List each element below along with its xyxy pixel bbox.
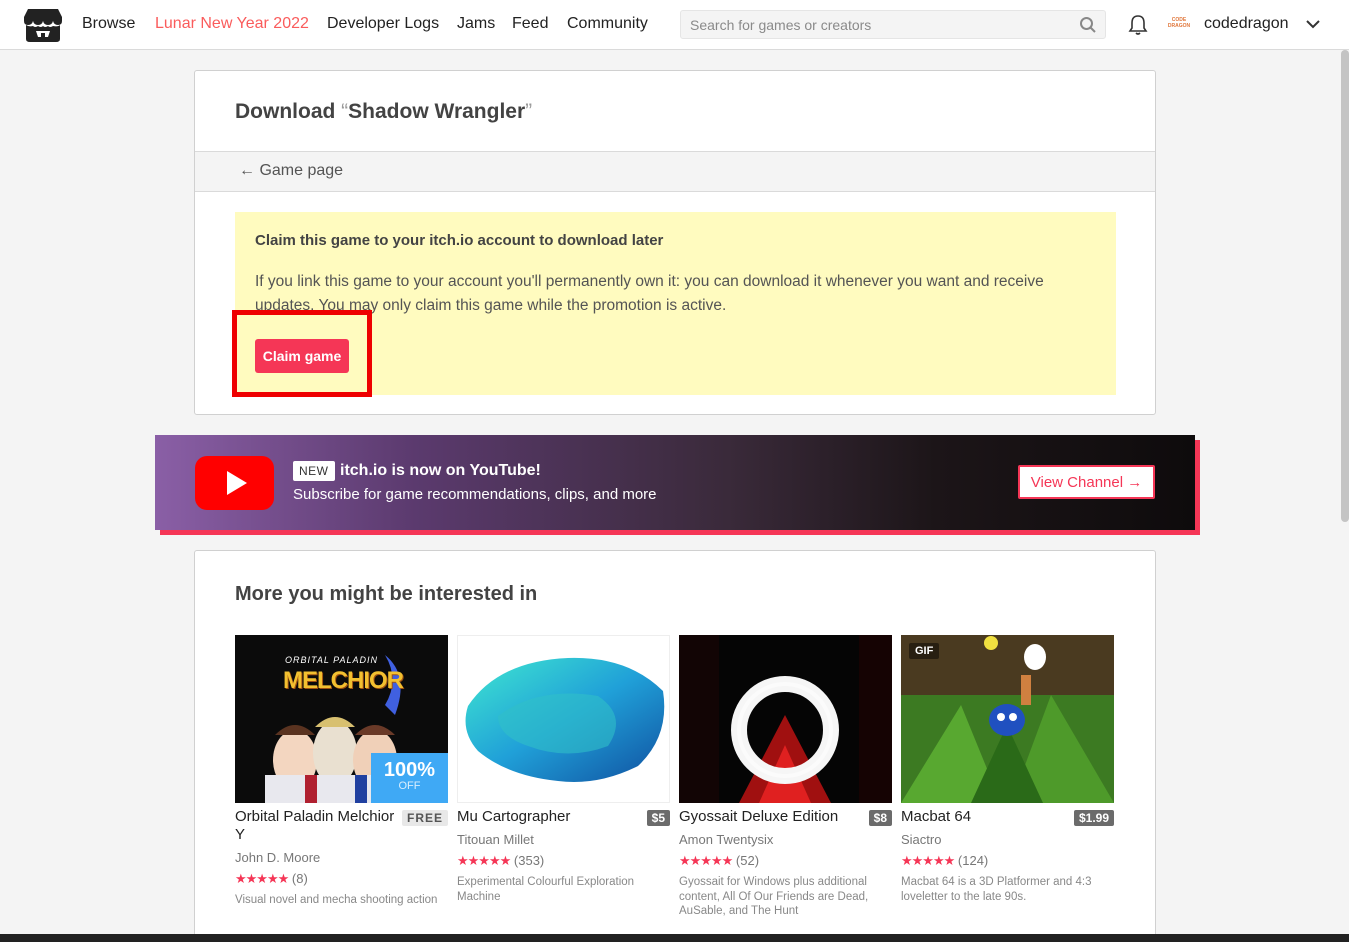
game-cell: ORBITAL PALADIN MELCHIOR 100% OFF Orbita… (235, 635, 448, 906)
nav-browse[interactable]: Browse (82, 15, 135, 33)
game-cell: GIF Macbat 64 $1.99 Siactro ★★★★★ (124) … (901, 635, 1114, 903)
gyossait-art (679, 635, 892, 803)
game-cell: Gyossait Deluxe Edition $8 Amon Twentysi… (679, 635, 892, 917)
banner-subtitle: Subscribe for game recommendations, clip… (293, 486, 657, 503)
bell-icon[interactable] (1128, 14, 1148, 36)
site-header: Browse Lunar New Year 2022 Developer Log… (0, 0, 1349, 50)
username[interactable]: codedragon (1204, 15, 1289, 33)
banner-title: itch.io is now on YouTube! (340, 462, 541, 479)
price-badge: $1.99 (1073, 810, 1114, 826)
thumb-subtitle-text: ORBITAL PALADIN (285, 655, 379, 665)
game-description: Visual novel and mecha shooting action (235, 894, 438, 906)
game-thumbnail[interactable]: ORBITAL PALADIN MELCHIOR 100% OFF (235, 635, 448, 803)
itchio-logo-icon[interactable] (23, 7, 63, 43)
game-title[interactable]: Gyossait Deluxe Edition (679, 808, 847, 826)
price-badge: FREE (401, 810, 448, 826)
game-page-link[interactable]: ← Game page (239, 162, 343, 180)
nav-developer-logs[interactable]: Developer Logs (327, 15, 439, 33)
game-title[interactable]: Mu Cartographer (457, 808, 625, 826)
game-title[interactable]: Orbital Paladin Melchior Y (235, 808, 403, 844)
game-rating: ★★★★★ (52) (679, 853, 760, 868)
search-input[interactable] (681, 11, 1071, 38)
scrollbar-thumb[interactable] (1341, 50, 1349, 522)
game-title[interactable]: Macbat 64 (901, 808, 1069, 826)
nav-community[interactable]: Community (567, 15, 648, 33)
game-description: Gyossait for Windows plus additional con… (679, 876, 869, 917)
game-cell: Mu Cartographer $5 Titouan Millet ★★★★★ … (457, 635, 670, 903)
sale-badge: 100% OFF (371, 753, 448, 803)
nav-jams[interactable]: Jams (457, 15, 495, 33)
recommendations-card: More you might be interested in ORBITAL … (194, 550, 1156, 942)
avatar[interactable]: CODE DRAGON (1166, 13, 1192, 37)
nav-lunar-new-year[interactable]: Lunar New Year 2022 (155, 15, 309, 33)
star-rating-icon: ★★★★★ (679, 853, 733, 868)
game-author[interactable]: Siactro (901, 832, 941, 847)
youtube-banner: NEW itch.io is now on YouTube! Subscribe… (155, 435, 1195, 530)
new-badge: NEW (293, 461, 335, 481)
recommendations-title: More you might be interested in (235, 583, 538, 605)
game-rating: ★★★★★ (8) (235, 871, 308, 886)
star-rating-icon: ★★★★★ (901, 853, 955, 868)
price-badge: $5 (646, 810, 670, 826)
game-author[interactable]: John D. Moore (235, 850, 320, 865)
game-thumbnail[interactable] (457, 635, 670, 803)
game-description: Macbat 64 is a 3D Platformer and 4:3 lov… (901, 876, 1092, 903)
search-box (680, 10, 1106, 39)
game-rating: ★★★★★ (124) (901, 853, 989, 868)
mu-cartographer-art (465, 657, 665, 782)
claim-button-highlight (232, 310, 372, 397)
gif-badge: GIF (909, 643, 940, 659)
macbat-art (901, 635, 1114, 803)
sub-nav: ← Game page (195, 151, 1155, 192)
star-rating-icon: ★★★★★ (457, 853, 511, 868)
game-name: Shadow Wrangler (348, 100, 526, 123)
game-author[interactable]: Titouan Millet (457, 832, 534, 847)
chevron-down-icon[interactable] (1305, 18, 1321, 30)
page-title: Download “Shadow Wrangler” (235, 100, 533, 123)
thumb-title-text: MELCHIOR (283, 667, 404, 694)
bottom-bar (0, 934, 1349, 942)
claim-heading: Claim this game to your itch.io account … (255, 232, 664, 249)
view-channel-button[interactable]: View Channel → (1018, 465, 1155, 499)
search-icon[interactable] (1079, 16, 1097, 34)
youtube-icon[interactable] (195, 456, 274, 510)
game-description: Experimental Colourful Exploration Machi… (457, 876, 635, 903)
game-thumbnail[interactable] (679, 635, 892, 803)
game-rating: ★★★★★ (353) (457, 853, 545, 868)
game-author[interactable]: Amon Twentysix (679, 832, 773, 847)
price-badge: $8 (868, 810, 892, 826)
claim-description: If you link this game to your account yo… (255, 273, 1044, 314)
star-rating-icon: ★★★★★ (235, 871, 289, 886)
nav-feed[interactable]: Feed (512, 15, 548, 33)
game-thumbnail[interactable]: GIF (901, 635, 1114, 803)
